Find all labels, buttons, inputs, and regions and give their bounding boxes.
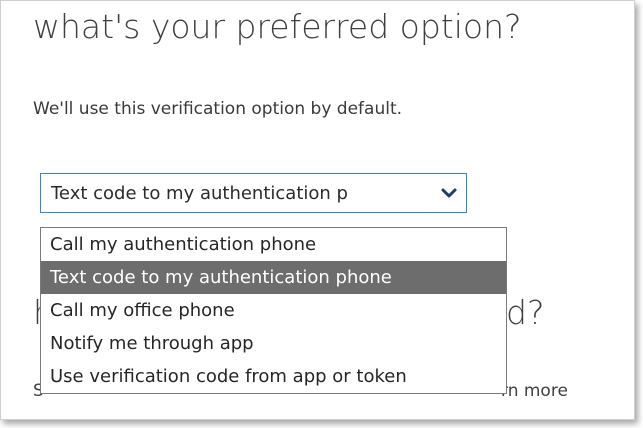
learn-more-link[interactable]: rn more xyxy=(501,379,568,403)
page-title: what's your preferred option? xyxy=(33,7,522,46)
verification-panel: what's your preferred option? We'll use … xyxy=(0,0,635,420)
verification-option-dropdown: Call my authentication phone Text code t… xyxy=(40,227,507,394)
verification-option-select[interactable]: Text code to my authentication p xyxy=(40,173,467,213)
description-text: We'll use this verification option by de… xyxy=(33,99,403,119)
option-notify-app[interactable]: Notify me through app xyxy=(41,327,506,360)
obscured-heading-end: d? xyxy=(506,293,545,332)
option-verification-code[interactable]: Use verification code from app or token xyxy=(41,360,506,393)
chevron-down-icon xyxy=(441,188,457,198)
option-call-office-phone[interactable]: Call my office phone xyxy=(41,294,506,327)
select-value: Text code to my authentication p xyxy=(51,183,348,204)
option-text-auth-phone[interactable]: Text code to my authentication phone xyxy=(41,261,506,294)
option-call-auth-phone[interactable]: Call my authentication phone xyxy=(41,228,506,261)
